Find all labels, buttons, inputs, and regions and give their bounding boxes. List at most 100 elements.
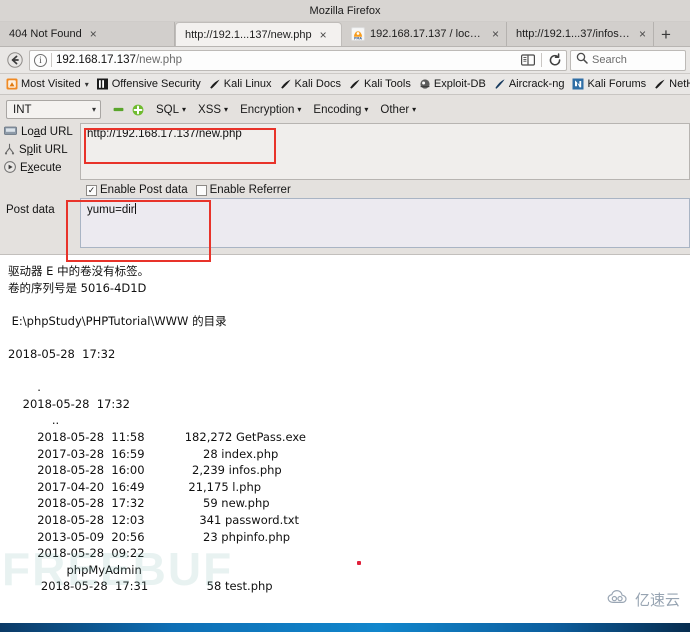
bookmark-nethunter[interactable]: NetHu (651, 78, 690, 90)
address-bar-value: 192.168.17.137/new.php (56, 54, 515, 66)
hackbar-menu-other[interactable]: Other ▾ (380, 104, 416, 116)
hackbar-menu-row: INT ▾ SQL ▾ XSS ▾ Encryption ▾ Encoding … (0, 98, 690, 123)
address-divider-2 (541, 53, 542, 67)
post-data-value: yumu=dir (87, 204, 135, 216)
tab-label: http://192.1...37/infos.php (516, 28, 631, 40)
hackbar-url-input[interactable]: http://192.168.17.137/new.php (80, 123, 690, 180)
tab-404-not-found[interactable]: 404 Not Found × (0, 22, 175, 46)
bookmark-label: Kali Linux (223, 78, 272, 90)
hackbar-panel: INT ▾ SQL ▾ XSS ▾ Encryption ▾ Encoding … (0, 95, 690, 255)
menu-label: Encoding (313, 103, 362, 116)
execute-button[interactable]: Execute (4, 159, 80, 177)
offsec-icon (96, 78, 109, 90)
hackbar-options-row: ✓ Enable Post data Enable Referrer (0, 180, 690, 198)
tab-strip: 404 Not Found × http://192.1...137/new.p… (0, 22, 690, 47)
back-arrow-icon[interactable] (4, 50, 26, 71)
window-titlebar: Mozilla Firefox (0, 0, 690, 22)
checkbox-box (195, 184, 207, 196)
page-info-icon[interactable]: i (34, 53, 47, 67)
checkbox-box: ✓ (86, 184, 97, 196)
bookmark-kali-docs[interactable]: Kali Docs (277, 78, 344, 90)
bookmark-label: Most Visited (21, 78, 81, 90)
kali-forums-icon (572, 78, 584, 90)
split-url-icon (4, 143, 15, 158)
enable-post-data-label: Enable Post data (100, 184, 188, 196)
tab-phpmyadmin[interactable]: PMA 192.168.17.137 / loca... × (342, 22, 507, 46)
post-data-label: Post data (6, 204, 55, 216)
address-bar[interactable]: i 192.168.17.137/new.php (29, 49, 567, 71)
directory-listing-output: 驱动器 E 中的卷没有标签。 卷的序列号是 5016-4D1D E:\phpSt… (8, 264, 306, 594)
bookmark-kali-linux[interactable]: Kali Linux (206, 78, 275, 90)
tab-close-icon[interactable]: × (490, 28, 501, 40)
split-url-button[interactable]: Split URL (4, 141, 80, 159)
bookmarks-toolbar: Most Visited ▾ Offensive Security Kali L… (0, 74, 690, 95)
tab-new-php[interactable]: http://192.1...137/new.php × (175, 22, 342, 46)
split-url-label: Split URL (19, 144, 68, 156)
phpmyadmin-favicon: PMA (351, 27, 365, 41)
menu-label: Encryption (240, 103, 295, 116)
bookmark-offensive-security[interactable]: Offensive Security (94, 78, 204, 90)
exploitdb-icon (419, 78, 431, 90)
post-data-input[interactable]: yumu=dir (80, 198, 690, 248)
kali-dragon-icon (654, 78, 666, 90)
text-cursor (134, 203, 136, 214)
search-icon (576, 51, 588, 69)
bookmark-kali-tools[interactable]: Kali Tools (346, 78, 414, 90)
chevron-down-icon: ▾ (297, 105, 302, 114)
kali-dragon-icon (280, 78, 292, 90)
chevron-down-icon: ▾ (412, 105, 417, 114)
chevron-down-icon: ▾ (224, 105, 229, 114)
hackbar-menu-xss[interactable]: XSS ▾ (198, 104, 228, 116)
plus-icon[interactable] (132, 104, 144, 116)
bookmark-label: NetHu (669, 78, 690, 90)
hackbar-menu-encryption[interactable]: Encryption ▾ (240, 104, 301, 116)
window-title: Mozilla Firefox (309, 4, 381, 17)
enable-referrer-label: Enable Referrer (209, 184, 291, 196)
load-url-label: Load URL (21, 126, 73, 138)
bookmark-exploit-db[interactable]: Exploit-DB (416, 78, 489, 90)
hackbar-menu-encoding[interactable]: Encoding ▾ (313, 104, 368, 116)
menu-label: SQL (156, 103, 180, 116)
hackbar-menu-sql[interactable]: SQL ▾ (156, 104, 186, 116)
aircrack-icon (494, 78, 506, 90)
page-content: 驱动器 E 中的卷没有标签。 卷的序列号是 5016-4D1D E:\phpSt… (0, 255, 690, 604)
tab-close-icon[interactable]: × (318, 29, 329, 41)
navigation-toolbar: i 192.168.17.137/new.php Search (0, 47, 690, 74)
red-dot-marker (357, 561, 361, 565)
bookmark-label: Offensive Security (111, 78, 201, 90)
bookmark-aircrack-ng[interactable]: Aircrack-ng (491, 78, 568, 90)
chevron-down-icon: ▾ (364, 105, 369, 114)
tab-infos-php[interactable]: http://192.1...37/infos.php × (507, 22, 654, 46)
enable-referrer-checkbox[interactable]: Enable Referrer (195, 184, 291, 196)
bookmark-kali-forums[interactable]: Kali Forums (569, 78, 649, 90)
hackbar-url-field-wrap: http://192.168.17.137/new.php (80, 123, 690, 180)
tab-close-icon[interactable]: × (637, 28, 648, 40)
hackbar-type-select[interactable]: INT ▾ (6, 100, 101, 119)
url-path: /new.php (135, 54, 182, 66)
hackbar-url-row: Load URL Split URL Execute http://192.16… (0, 123, 690, 180)
enable-post-data-checkbox[interactable]: ✓ Enable Post data (86, 184, 188, 196)
address-divider (51, 53, 52, 67)
bookmark-label: Exploit-DB (433, 78, 486, 90)
search-input[interactable]: Search (592, 54, 627, 66)
execute-icon (4, 160, 16, 176)
tab-label: 192.168.17.137 / loca... (370, 28, 484, 40)
tab-close-icon[interactable]: × (88, 28, 99, 40)
kali-dragon-icon (209, 78, 221, 90)
bookmark-label: Kali Docs (294, 78, 341, 90)
svg-text:PMA: PMA (354, 36, 362, 40)
hackbar-type-value: INT (13, 103, 32, 116)
reader-view-icon[interactable] (519, 51, 537, 69)
minus-icon[interactable] (113, 104, 124, 115)
load-url-button[interactable]: Load URL (4, 123, 80, 141)
new-tab-button[interactable]: + (654, 26, 678, 43)
reload-icon[interactable] (546, 51, 564, 69)
bookmark-label: Kali Tools (363, 78, 411, 90)
search-bar[interactable]: Search (570, 49, 686, 71)
most-visited-icon (6, 78, 18, 90)
chevron-down-icon: ▾ (91, 105, 96, 114)
bookmark-most-visited[interactable]: Most Visited ▾ (3, 78, 92, 90)
tab-label: http://192.1...137/new.php (185, 28, 312, 41)
kali-dragon-icon (349, 78, 361, 90)
menu-label: Other (380, 103, 410, 116)
